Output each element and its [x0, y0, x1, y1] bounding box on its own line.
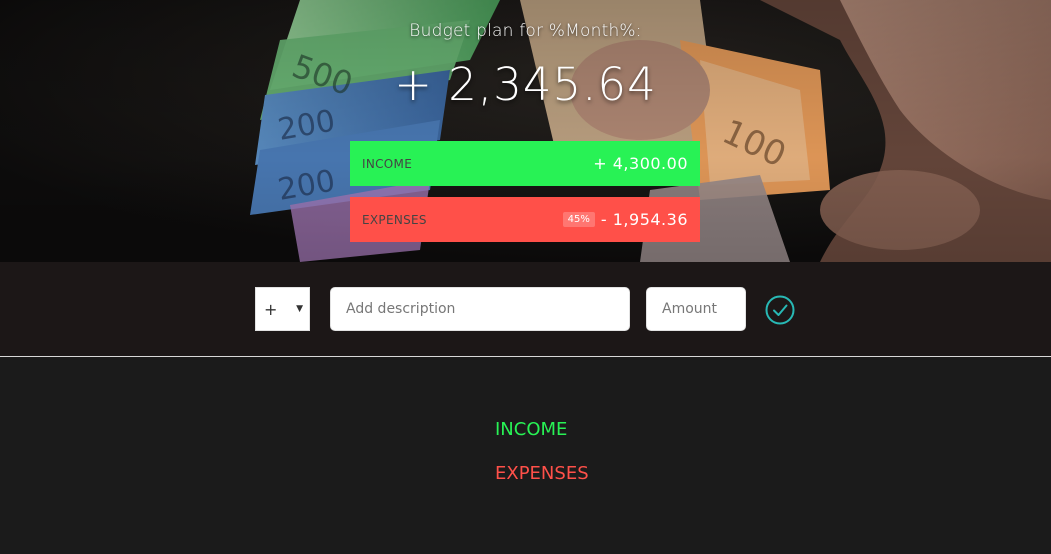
dropdown-arrow-icon: ▼: [296, 304, 303, 314]
type-select-value: +: [264, 299, 278, 319]
description-input[interactable]: [330, 287, 630, 331]
expenses-percentage-badge: 45%: [562, 212, 595, 227]
amount-input[interactable]: [646, 287, 746, 331]
income-summary-right: + 4,300.00: [593, 154, 688, 173]
income-summary-label: INCOME: [362, 156, 413, 171]
expenses-list-title: EXPENSES: [495, 463, 589, 484]
add-item-bar: + ▼: [0, 262, 1051, 357]
transactions-container: INCOME EXPENSES: [0, 358, 1051, 554]
budget-title: Budget plan for %Month%:: [409, 21, 642, 41]
checkmark-circle-icon[interactable]: [765, 295, 795, 325]
income-summary: INCOME + 4,300.00: [350, 141, 700, 186]
budget-header: 500 200 200 100 Budget plan for %Month%:…: [0, 0, 1051, 262]
expenses-summary: EXPENSES 45% - 1,954.36: [350, 197, 700, 242]
budget-total-value: + 2,345.64: [394, 58, 657, 111]
expenses-summary-right: 45% - 1,954.36: [562, 210, 688, 229]
income-list-title: INCOME: [495, 419, 568, 440]
expenses-summary-label: EXPENSES: [362, 212, 427, 227]
type-select[interactable]: + ▼: [255, 287, 310, 331]
expenses-summary-value: - 1,954.36: [600, 210, 688, 229]
income-summary-value: + 4,300.00: [593, 154, 688, 173]
